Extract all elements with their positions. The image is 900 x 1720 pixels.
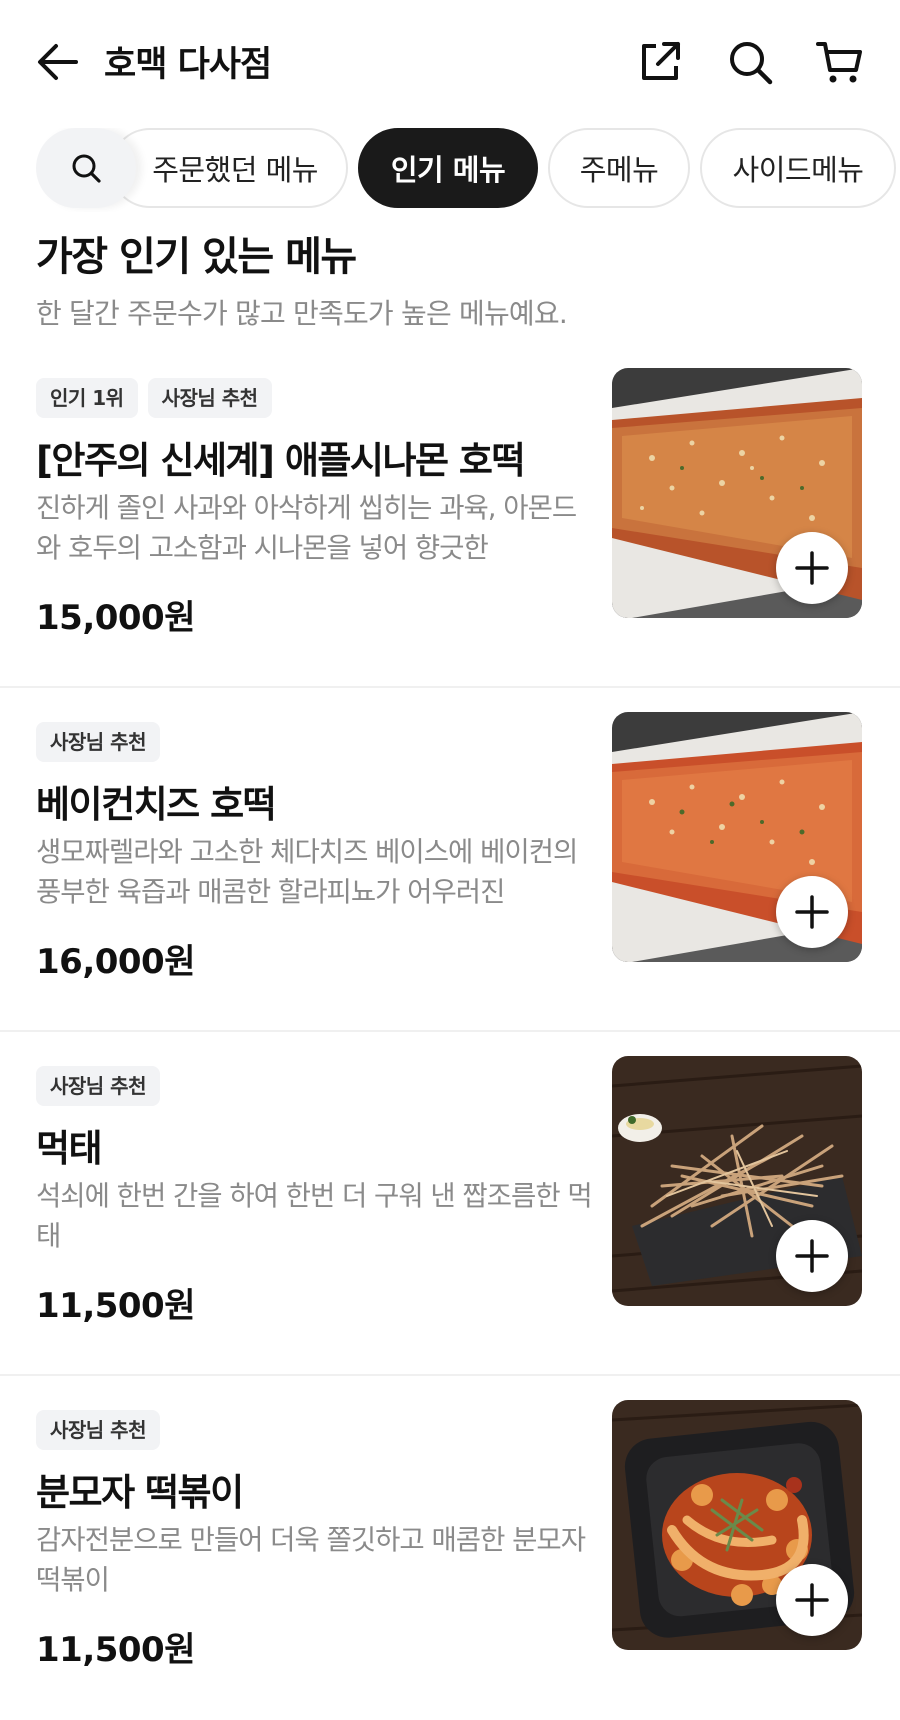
plus-icon bbox=[795, 551, 829, 585]
search-icon bbox=[730, 42, 773, 85]
item-name: 분모자 떡볶이 bbox=[36, 1471, 244, 1514]
item-name: 먹태 bbox=[36, 1127, 103, 1170]
section-subtitle: 한 달간 주문수가 많고 만족도가 높은 메뉴예요. bbox=[36, 297, 568, 330]
badge-owner-pick: 사장님 추천 bbox=[36, 1410, 160, 1450]
badge-owner-pick: 사장님 추천 bbox=[36, 722, 160, 762]
back-button[interactable] bbox=[36, 40, 80, 84]
badge-group: 인기 1위 사장님 추천 bbox=[36, 378, 272, 418]
chip-main-menu[interactable]: 주메뉴 bbox=[548, 128, 690, 208]
chip-label: 사이드메뉴 bbox=[732, 153, 864, 187]
menu-item[interactable]: 사장님 추천 분모자 떡볶이 감자전분으로 만들어 더욱 쫄깃하고 매콤한 분모… bbox=[0, 1376, 900, 1720]
add-to-cart-button[interactable] bbox=[776, 1564, 848, 1636]
item-name: [안주의 신세계] 애플시나몬 호떡 bbox=[36, 439, 525, 482]
item-price: 11,500원 bbox=[36, 1630, 195, 1670]
plus-icon bbox=[795, 895, 829, 929]
plus-icon bbox=[795, 1239, 829, 1273]
badge-owner-pick: 사장님 추천 bbox=[147, 378, 272, 418]
search-button[interactable] bbox=[726, 38, 774, 86]
badge-group: 사장님 추천 bbox=[36, 1066, 160, 1106]
badge-group: 사장님 추천 bbox=[36, 1410, 160, 1450]
item-price: 11,500원 bbox=[36, 1286, 195, 1326]
cart-button[interactable] bbox=[816, 38, 864, 86]
chip-ordered-menu[interactable]: 주문했던 메뉴 bbox=[110, 128, 348, 208]
menu-item[interactable]: 인기 1위 사장님 추천 [안주의 신세계] 애플시나몬 호떡 진하게 졸인 사… bbox=[0, 344, 900, 688]
badge-popular-rank: 인기 1위 bbox=[36, 378, 138, 418]
cart-icon bbox=[816, 42, 862, 83]
badge-owner-pick: 사장님 추천 bbox=[36, 1066, 160, 1106]
category-chip-row[interactable]: 주문했던 메뉴 인기 메뉴 주메뉴 사이드메뉴 bbox=[0, 128, 900, 212]
item-price: 15,000원 bbox=[36, 598, 195, 638]
share-button[interactable] bbox=[636, 38, 684, 86]
add-to-cart-button[interactable] bbox=[776, 532, 848, 604]
chip-label: 주문했던 메뉴 bbox=[152, 153, 318, 187]
menu-search-button[interactable] bbox=[36, 128, 136, 208]
chip-label: 주메뉴 bbox=[579, 153, 659, 187]
item-price: 16,000원 bbox=[36, 942, 195, 982]
item-description: 진하게 졸인 사과와 아삭하게 씹히는 과육, 아몬드와 호두의 고소함과 시나… bbox=[36, 492, 577, 564]
back-arrow-icon bbox=[38, 44, 78, 80]
add-to-cart-button[interactable] bbox=[776, 1220, 848, 1292]
menu-item[interactable]: 사장님 추천 먹태 석쇠에 한번 간을 하여 한번 더 구워 낸 짭조름한 먹태… bbox=[0, 1032, 900, 1376]
top-bar: 호맥 다사점 bbox=[0, 0, 900, 124]
item-name: 베이컨치즈 호떡 bbox=[36, 783, 277, 826]
search-icon bbox=[72, 154, 101, 183]
section-title: 가장 인기 있는 메뉴 bbox=[36, 234, 357, 280]
chip-label: 인기 메뉴 bbox=[390, 153, 506, 187]
chip-popular-menu[interactable]: 인기 메뉴 bbox=[358, 128, 538, 208]
item-description: 석쇠에 한번 간을 하여 한번 더 구워 낸 짭조름한 먹태 bbox=[36, 1180, 592, 1252]
store-name: 호맥 다사점 bbox=[104, 45, 272, 85]
plus-icon bbox=[795, 1583, 829, 1617]
share-icon bbox=[642, 42, 680, 80]
badge-group: 사장님 추천 bbox=[36, 722, 160, 762]
chip-side-menu[interactable]: 사이드메뉴 bbox=[700, 128, 896, 208]
menu-item[interactable]: 사장님 추천 베이컨치즈 호떡 생모짜렐라와 고소한 체다치즈 베이스에 베이컨… bbox=[0, 688, 900, 1032]
item-description: 생모짜렐라와 고소한 체다치즈 베이스에 베이컨의 풍부한 육즙과 매콤한 할라… bbox=[36, 836, 578, 908]
item-description: 감자전분으로 만들어 더욱 쫄깃하고 매콤한 분모자 떡볶이 bbox=[36, 1524, 586, 1596]
add-to-cart-button[interactable] bbox=[776, 876, 848, 948]
